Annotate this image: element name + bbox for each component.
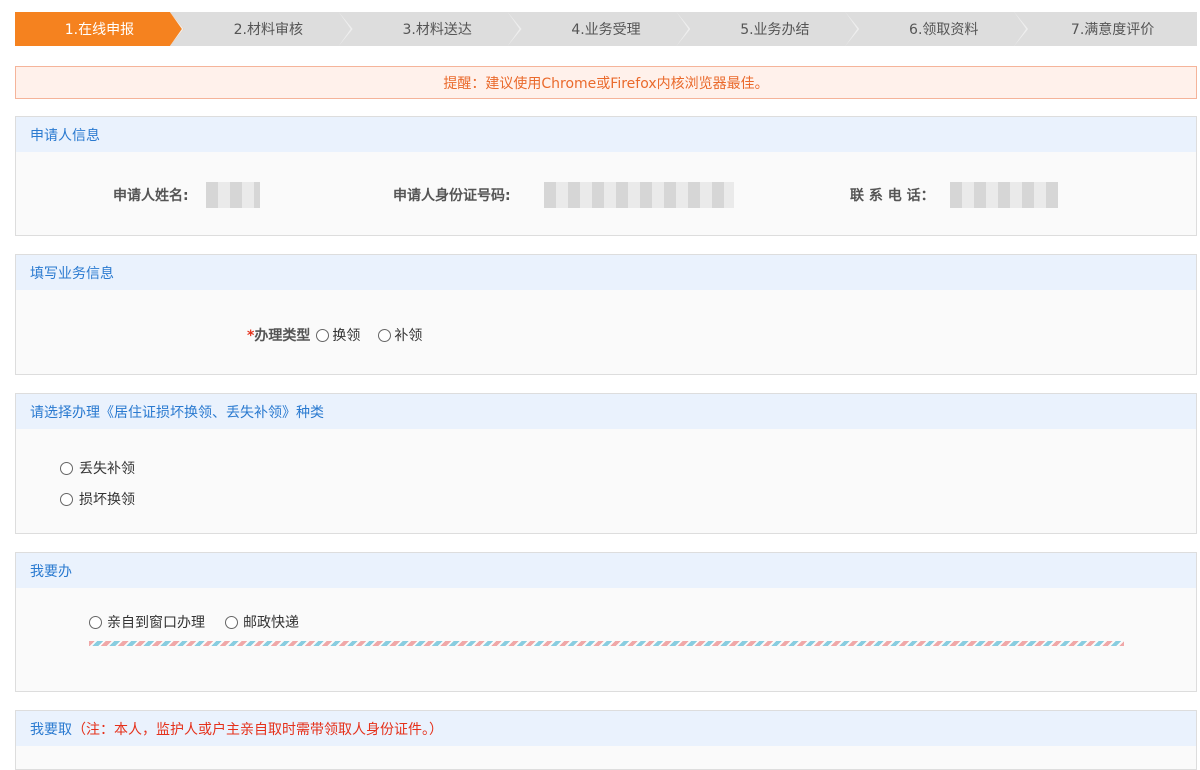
collect-note: （注：本人，监护人或户主亲自取时需带领取人身份证件。） <box>72 721 443 738</box>
radio-reissue[interactable]: 补领 <box>378 325 422 345</box>
handle-section: 我要办 亲自到窗口办理 邮政快递 <box>15 552 1197 692</box>
section-header: 请选择办理《居住证损坏换领、丢失补领》种类 <box>16 394 1196 429</box>
business-section: 填写业务信息 *办理类型 换领 补领 <box>15 254 1197 375</box>
type-label: 办理类型 <box>254 328 311 344</box>
radio-label: 换领 <box>332 328 361 344</box>
step-4: 4.业务受理 <box>522 12 691 46</box>
radio-label: 邮政快递 <box>243 615 299 631</box>
radio-lost[interactable]: 丢失补领 <box>60 458 135 478</box>
collect-title: 我要取 <box>30 721 72 738</box>
collect-section: 我要取 （注：本人，监护人或户主亲自取时需带领取人身份证件。） <box>15 710 1197 770</box>
radio-in-person[interactable]: 亲自到窗口办理 <box>89 612 205 632</box>
step-1: 1.在线申报 <box>15 12 184 46</box>
radio-circle-icon[interactable] <box>60 492 73 506</box>
radio-circle-icon[interactable] <box>60 461 73 475</box>
step-6: 6.领取资料 <box>859 12 1028 46</box>
radio-postal[interactable]: 邮政快递 <box>225 612 299 632</box>
section-header: 填写业务信息 <box>16 255 1196 290</box>
section-header: 我要取 （注：本人，监护人或户主亲自取时需带领取人身份证件。） <box>16 711 1196 746</box>
applicant-name-redacted <box>206 182 260 208</box>
radio-damaged[interactable]: 损坏换领 <box>60 489 135 509</box>
radio-circle-icon[interactable] <box>316 328 330 342</box>
radio-replace[interactable]: 换领 <box>316 325 360 345</box>
phone-redacted <box>950 182 1058 208</box>
applicant-section: 申请人信息 申请人姓名: 申请人身份证号码: 联 系 电 话： <box>15 116 1197 236</box>
section-header: 我要办 <box>16 553 1196 588</box>
radio-circle-icon[interactable] <box>378 328 392 342</box>
radio-label: 丢失补领 <box>79 461 135 477</box>
step-2: 2.材料审核 <box>184 12 353 46</box>
step-5: 5.业务办结 <box>690 12 859 46</box>
progress-steps: 1.在线申报 2.材料审核 3.材料送达 4.业务受理 5.业务办结 6.领取资… <box>15 12 1197 46</box>
applicant-id-redacted <box>544 182 734 208</box>
phone-label: 联 系 电 话： <box>850 188 935 204</box>
radio-circle-icon[interactable] <box>225 615 238 629</box>
radio-label: 损坏换领 <box>79 492 135 508</box>
radio-label: 亲自到窗口办理 <box>107 615 205 631</box>
applicant-id-label: 申请人身份证号码: <box>393 188 511 204</box>
applicant-name-label: 申请人姓名: <box>113 188 189 204</box>
radio-circle-icon[interactable] <box>89 615 102 629</box>
browser-notice: 提醒：建议使用Chrome或Firefox内核浏览器最佳。 <box>15 66 1197 99</box>
step-3: 3.材料送达 <box>353 12 522 46</box>
airmail-divider <box>89 641 1124 646</box>
step-7: 7.满意度评价 <box>1070 22 1155 38</box>
radio-label: 补领 <box>394 328 423 344</box>
section-header: 申请人信息 <box>16 117 1196 152</box>
category-section: 请选择办理《居住证损坏换领、丢失补领》种类 丢失补领 损坏换领 <box>15 393 1197 534</box>
